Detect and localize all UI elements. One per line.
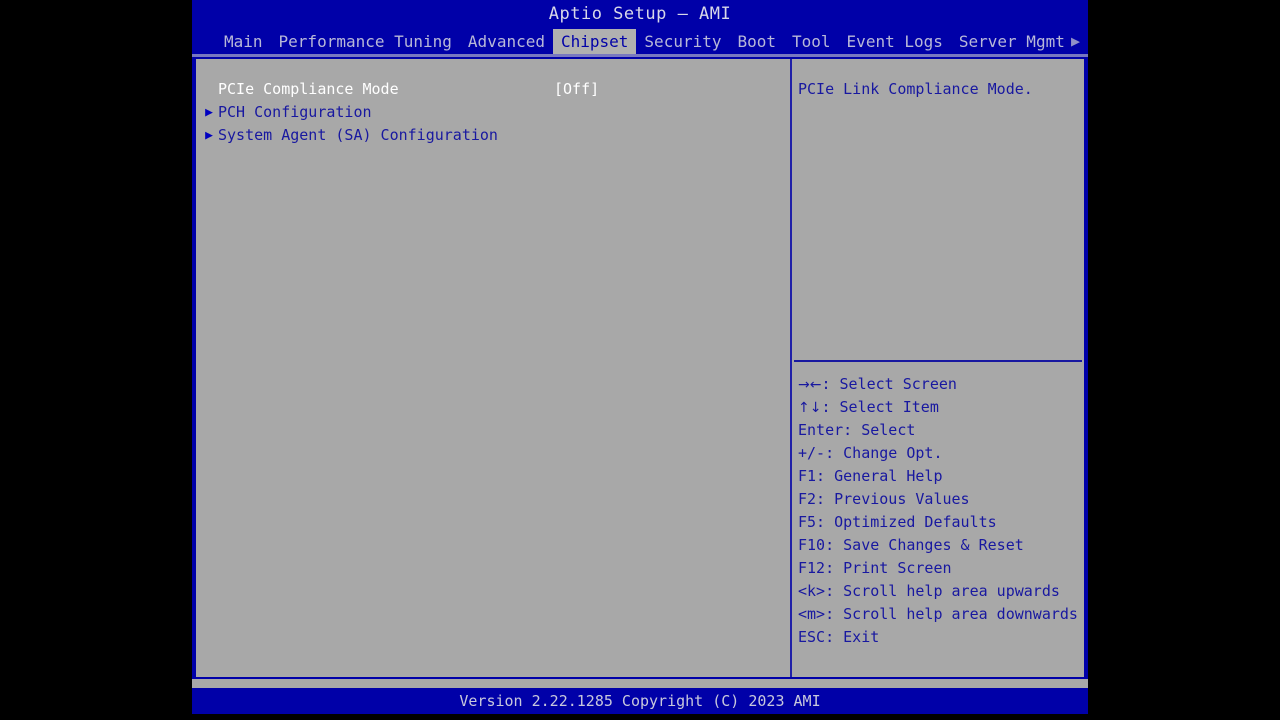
setting-row[interactable]: ▶ PCH Configuration bbox=[196, 101, 790, 124]
setting-label: System Agent (SA) Configuration bbox=[218, 126, 498, 144]
key-legend-text: : Select Screen bbox=[821, 375, 957, 393]
menu-tab-list: Main Performance Tuning Advanced Chipset Sec… bbox=[216, 29, 1073, 54]
submenu-arrow-icon: ▶ bbox=[205, 128, 213, 143]
key-glyph-icon: ↑↓ bbox=[798, 400, 822, 416]
help-text: PCIe Link Compliance Mode. bbox=[798, 80, 1033, 98]
submenu-arrow-icon: ▶ bbox=[205, 105, 213, 120]
menu-tab-chipset[interactable]: Chipset bbox=[552, 29, 637, 54]
key-glyph-icon: →← bbox=[798, 377, 822, 393]
footer-version: Version 2.22.1285 Copyright (C) 2023 AMI bbox=[192, 688, 1088, 714]
content-frame: PCIe Compliance Mode [Off] ▶ PCH Configurat… bbox=[194, 57, 1086, 679]
menu-tab-tool[interactable]: Tool bbox=[784, 29, 839, 54]
key-legend-row: →←: Select Screen bbox=[798, 373, 1084, 396]
chevron-right-icon[interactable]: ▶ bbox=[1071, 29, 1080, 54]
key-legend-row: +/-: Change Opt. bbox=[798, 444, 943, 462]
footer-gap bbox=[192, 679, 1088, 688]
key-legend-row: F2: Previous Values bbox=[798, 490, 970, 508]
key-legend-row: F10: Save Changes & Reset bbox=[798, 536, 1024, 554]
setting-row[interactable]: PCIe Compliance Mode [Off] bbox=[196, 78, 790, 101]
key-legend-row: F1: General Help bbox=[798, 467, 943, 485]
setting-row[interactable]: ▶ System Agent (SA) Configuration bbox=[196, 124, 790, 147]
menu-tab-server-mgmt[interactable]: Server Mgmt bbox=[951, 29, 1073, 54]
key-legend-row: ESC: Exit bbox=[798, 628, 880, 646]
help-panel: PCIe Link Compliance Mode. →←: Select Sc… bbox=[792, 59, 1084, 677]
setting-label: PCIe Compliance Mode bbox=[218, 80, 399, 98]
key-legend-row: <m>: Scroll help area downwards bbox=[798, 605, 1078, 623]
settings-panel: PCIe Compliance Mode [Off] ▶ PCH Configurat… bbox=[196, 59, 790, 677]
setting-value[interactable]: [Off] bbox=[554, 78, 599, 101]
help-separator bbox=[794, 360, 1082, 362]
key-legend-row: ↑↓: Select Item bbox=[798, 396, 1084, 419]
key-legend-text: : Select Item bbox=[821, 398, 939, 416]
menu-tab-advanced[interactable]: Advanced bbox=[460, 29, 553, 54]
key-legend-list: →←: Select Screen ↑↓: Select Item Enter: S… bbox=[792, 373, 1084, 649]
menu-bar: Main Performance Tuning Advanced Chipset Sec… bbox=[192, 29, 1088, 54]
menu-tab-event-logs[interactable]: Event Logs bbox=[839, 29, 951, 54]
key-legend-row: Enter: Select bbox=[798, 421, 916, 439]
bios-window: Aptio Setup – AMI Main Performance Tuning… bbox=[192, 0, 1088, 714]
key-legend-row: F5: Optimized Defaults bbox=[798, 513, 997, 531]
window-title: Aptio Setup – AMI bbox=[192, 0, 1088, 29]
key-legend-row: F12: Print Screen bbox=[798, 559, 952, 577]
key-legend-row: <k>: Scroll help area upwards bbox=[798, 582, 1060, 600]
menu-tab-main[interactable]: Main bbox=[216, 29, 271, 54]
menu-tab-security[interactable]: Security bbox=[636, 29, 729, 54]
menu-tab-performance-tuning[interactable]: Performance Tuning bbox=[271, 29, 460, 54]
menu-tab-boot[interactable]: Boot bbox=[729, 29, 784, 54]
setting-label: PCH Configuration bbox=[218, 103, 372, 121]
